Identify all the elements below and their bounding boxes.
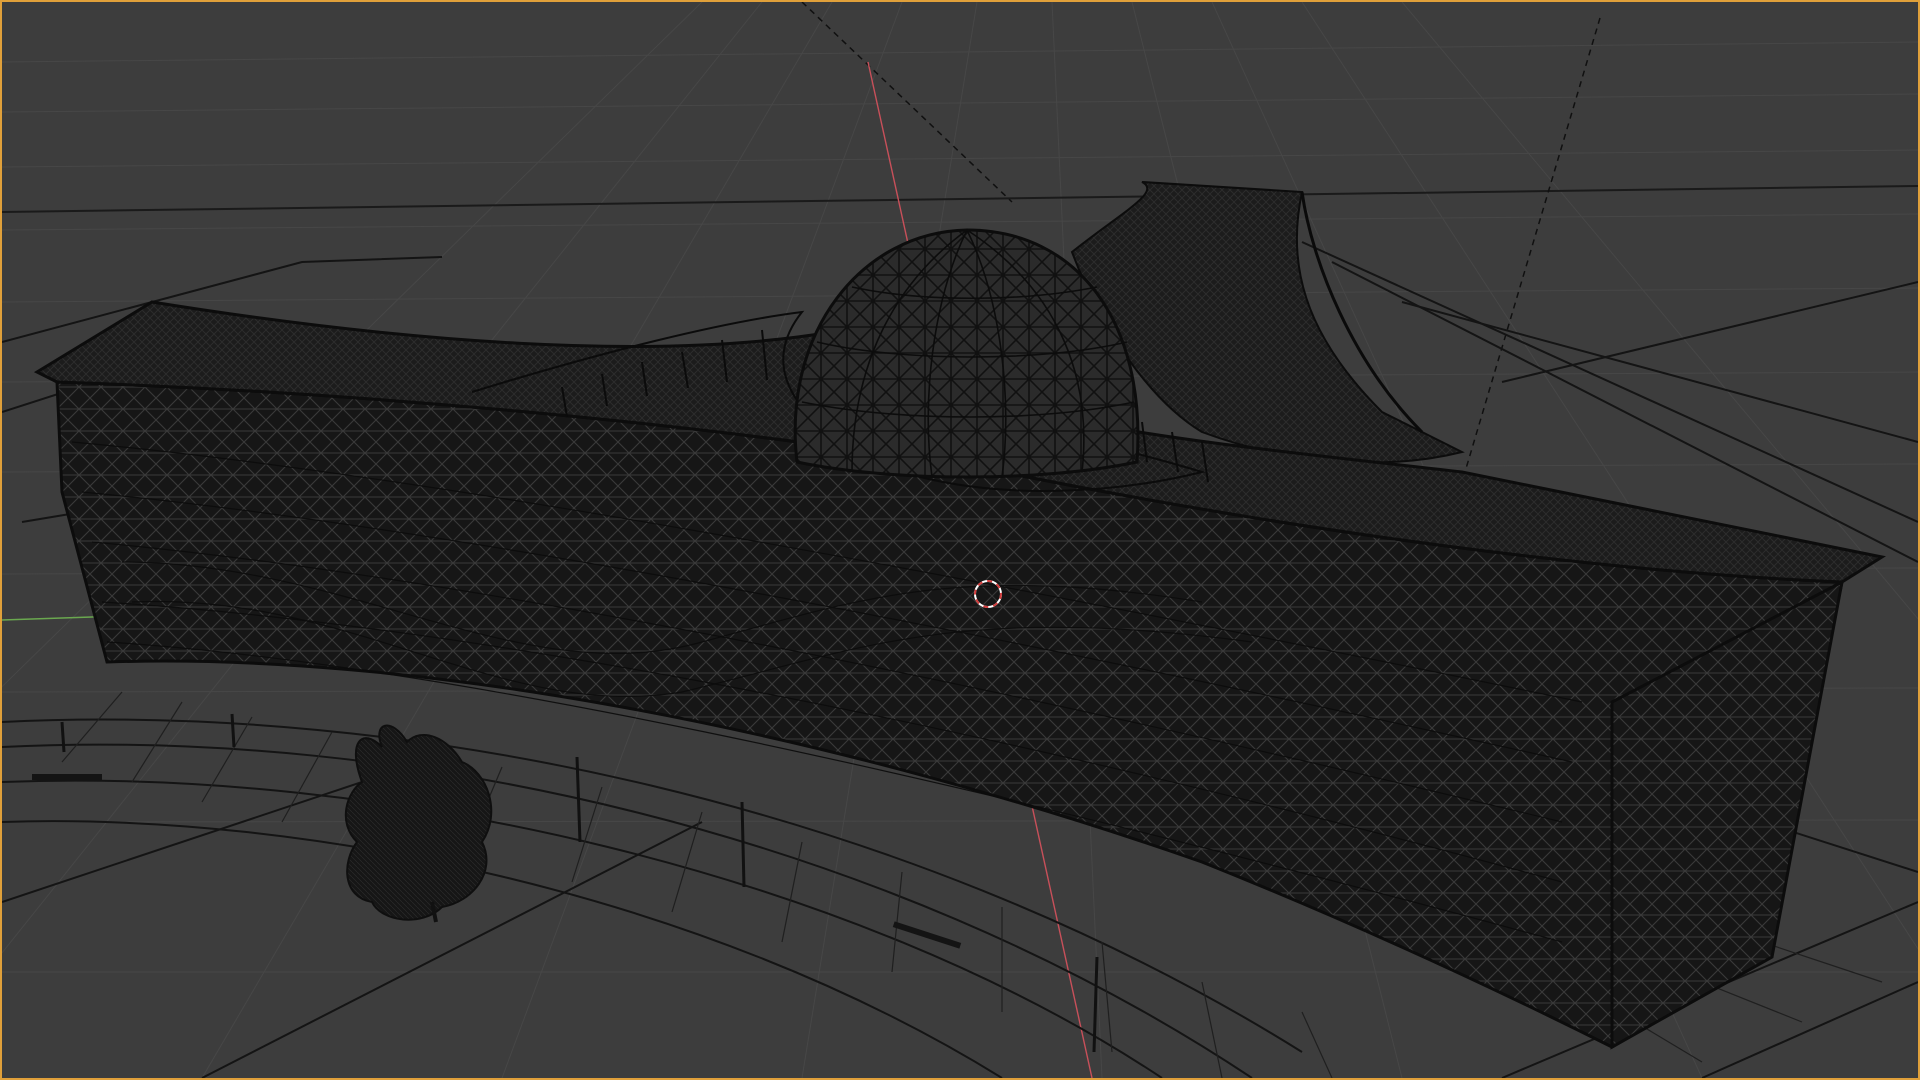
viewport-scene[interactable] [2, 2, 1918, 1078]
3d-cursor-icon[interactable] [970, 576, 1006, 612]
benches [32, 774, 962, 949]
tree [344, 724, 493, 923]
building-facade [55, 380, 1844, 1049]
3d-viewport[interactable] [0, 0, 1920, 1080]
horizon-line [2, 185, 1918, 213]
